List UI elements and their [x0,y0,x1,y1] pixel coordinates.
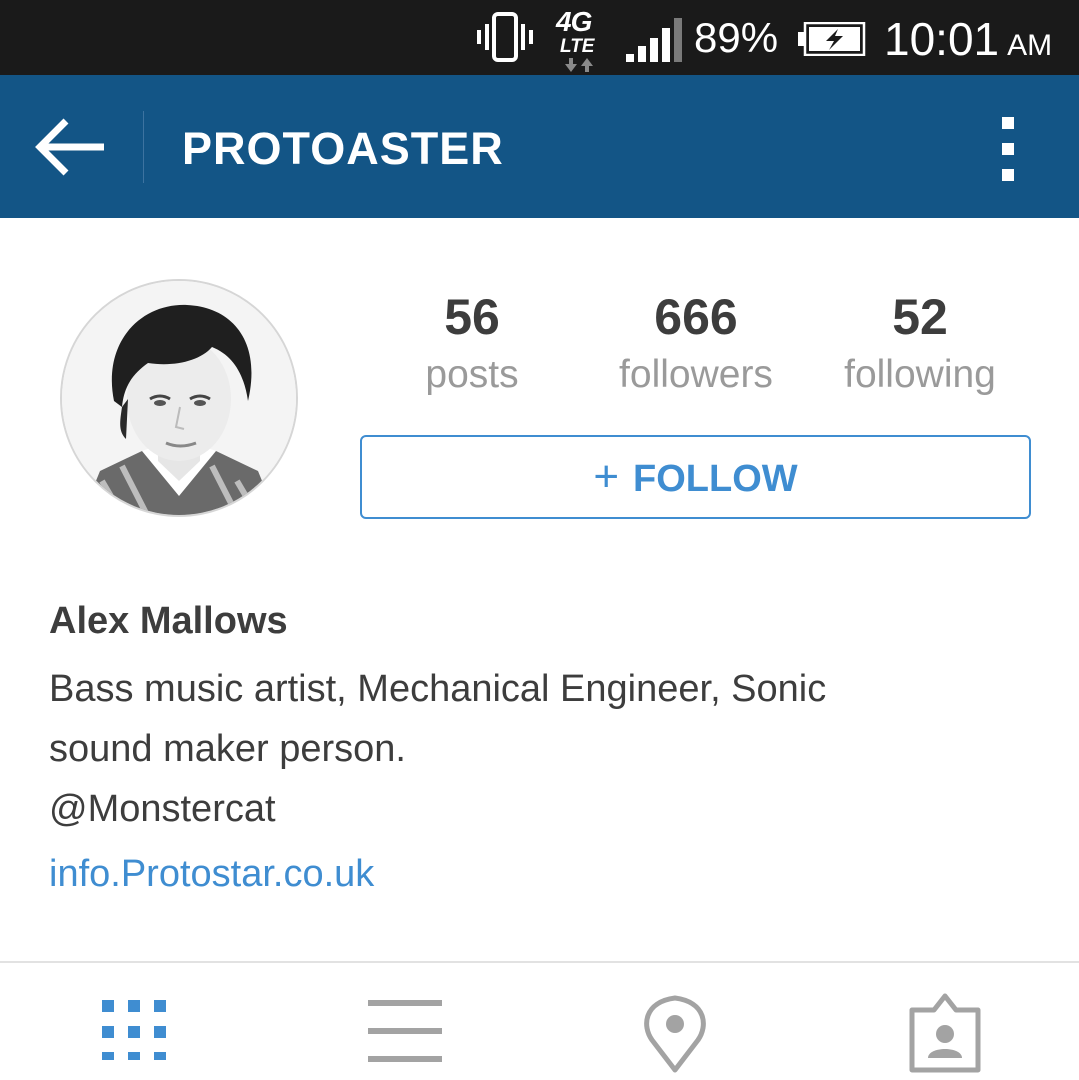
profile-username-title: PROTOASTER [182,123,504,174]
clock-time: 10:01 [884,13,1000,65]
profile-full-name: Alex Mallows [49,600,288,642]
stat-following-label: following [844,353,996,396]
signal-icon [624,18,686,67]
avatar[interactable] [60,279,298,517]
follow-button[interactable]: + FOLLOW [360,435,1031,519]
status-bar: 4G LTE 89% 10:01 AM [0,0,1079,75]
website-link[interactable]: info.Protostar.co.uk [49,853,374,896]
arrow-left-icon [35,118,104,176]
network-lte-label: LTE [560,36,595,57]
stat-following-count: 52 [892,289,948,345]
stat-followers-count: 666 [654,289,738,345]
tab-tagged-photos[interactable] [908,990,982,1079]
clock-ampm: AM [1007,29,1053,62]
follow-button-label: FOLLOW [633,458,798,500]
bio-line: Bass music artist, Mechanical Engineer, … [49,668,827,710]
tab-bar-divider [0,961,1079,963]
stat-posts-count: 56 [444,289,500,345]
tab-location[interactable] [642,990,708,1079]
stat-followers-label: followers [619,353,773,396]
network-4g-label: 4G [556,6,592,37]
app-bar: PROTOASTER [0,75,1079,218]
tab-list-view[interactable] [368,990,442,1075]
overflow-menu-button[interactable] [984,111,1034,187]
grid-view-icon [102,1000,166,1060]
vibrate-icon [474,12,536,67]
network-arrows-icon [565,58,593,72]
plus-icon: + [593,452,620,501]
stat-followers[interactable]: 666 followers [586,286,806,402]
bio-mention[interactable]: @Monstercat [49,788,276,831]
stat-following[interactable]: 52 following [810,286,1030,402]
tagged-photos-icon [909,993,981,1073]
network-type-indicator: 4G LTE [552,6,608,72]
battery-charging-icon [798,21,866,61]
overflow-menu-icon [1002,117,1014,129]
profile-photo [62,281,296,515]
app-bar-divider [143,111,144,183]
location-pin-icon [644,995,706,1073]
bio-line: sound maker person. [49,728,406,770]
stat-posts-label: posts [425,353,519,396]
battery-percent: 89% [694,14,779,61]
stat-posts[interactable]: 56 posts [362,286,582,402]
list-view-icon [368,1000,442,1062]
back-button[interactable] [30,111,116,183]
tab-grid-view[interactable] [100,990,170,1065]
clock: 10:01 AM [884,12,1052,66]
